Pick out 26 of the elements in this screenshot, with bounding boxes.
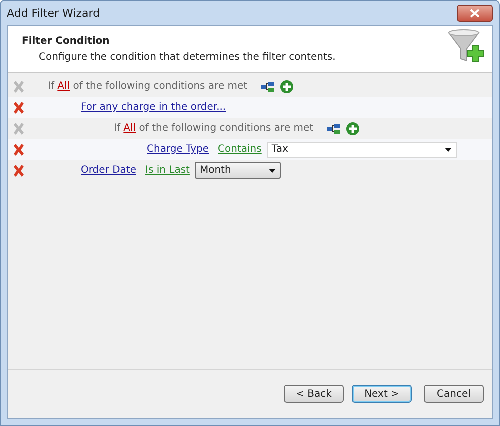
remove-icon[interactable]	[12, 142, 26, 156]
hierarchy-icon[interactable]	[326, 122, 341, 136]
add-icon[interactable]	[280, 80, 294, 94]
remove-icon[interactable]	[12, 164, 26, 178]
remove-icon[interactable]	[12, 100, 26, 114]
value-dropdown[interactable]: Month	[194, 162, 281, 179]
dropdown-caret-icon	[444, 148, 452, 152]
condition-group-text: If All of the following conditions are met	[48, 81, 248, 92]
field-link[interactable]: Order Date	[81, 165, 136, 176]
add-icon[interactable]	[346, 122, 360, 136]
operator-link[interactable]: Is in Last	[146, 165, 190, 176]
page-title: Filter Condition	[22, 36, 111, 46]
hierarchy-icon[interactable]	[260, 80, 275, 94]
close-button[interactable]	[457, 4, 493, 22]
window-title: Add Filter Wizard	[7, 6, 100, 20]
operator-link[interactable]: Contains	[218, 144, 262, 155]
page-description: Configure the condition that determines the filter contents.	[38, 52, 336, 62]
wizard-button[interactable]: < Back	[284, 385, 344, 403]
close-icon	[470, 8, 480, 18]
wizard-button[interactable]: Next >	[352, 385, 412, 403]
dropdown-caret-icon	[268, 168, 276, 172]
field-link[interactable]: Charge Type	[147, 144, 210, 155]
condition-group-text: If All of the following conditions are met	[114, 123, 314, 134]
value-combobox[interactable]: Tax	[266, 142, 457, 158]
wizard-button[interactable]: Cancel	[424, 385, 484, 403]
condition-link[interactable]: For any charge in the order...	[81, 102, 226, 113]
